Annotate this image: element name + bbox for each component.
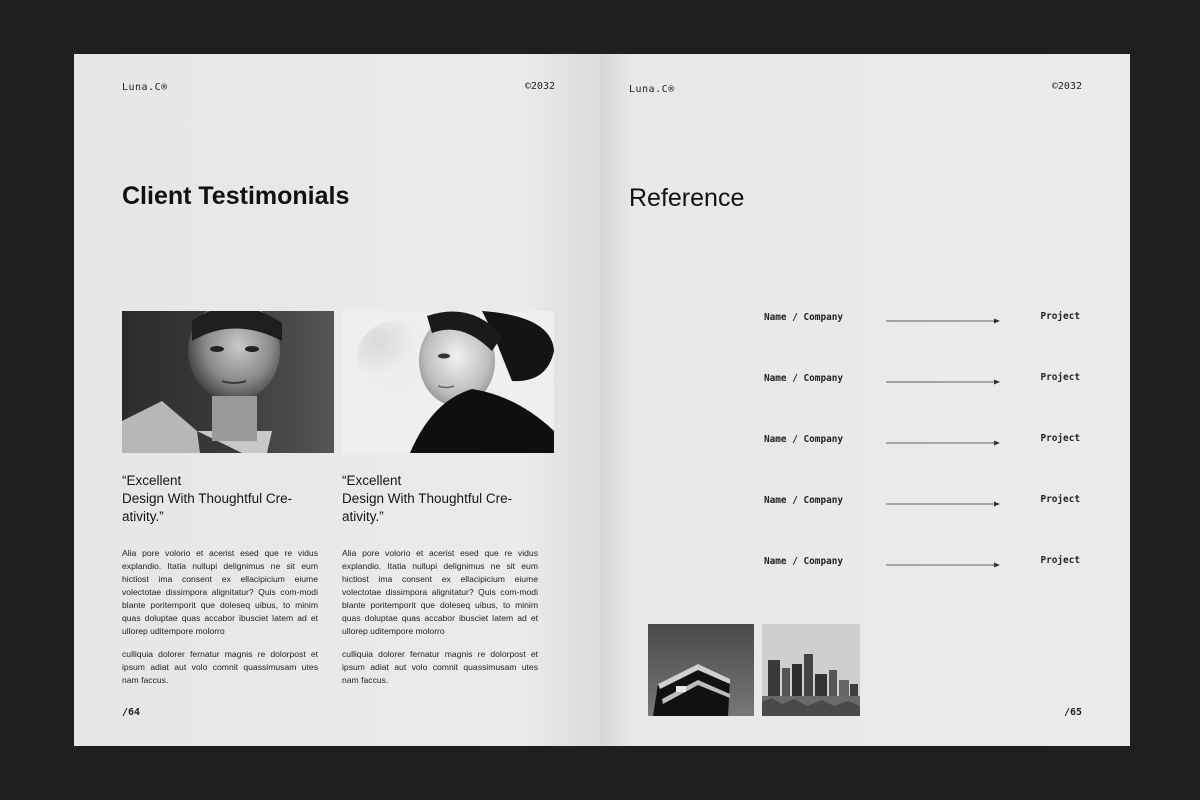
testimonial-body-1a: Alia pore volorio et acerist esed que re… <box>122 548 318 636</box>
page-number: /64 <box>122 707 141 718</box>
testimonial-body-2b: culliquia dolorer fernatur magnis re dol… <box>342 649 538 685</box>
arrow-right-icon <box>886 501 1000 507</box>
reference-row-4: Name / Company Project <box>764 494 1080 509</box>
year-label: ©2032 <box>1051 81 1082 92</box>
arrow-right-icon <box>886 440 1000 446</box>
reference-name: Name / Company <box>764 434 844 445</box>
testimonial-photo-1 <box>122 311 334 453</box>
page-title: Reference <box>629 184 745 212</box>
testimonial-quote-1: “Excellent Design With Thoughtful Cre- a… <box>122 473 293 524</box>
brand-logo: Luna.C® <box>629 84 675 95</box>
reference-name: Name / Company <box>764 495 844 506</box>
brand-logo: Luna.C® <box>122 82 168 93</box>
reference-project: Project <box>1040 372 1080 383</box>
reference-project: Project <box>1040 433 1080 444</box>
page-number: /65 <box>1063 707 1082 718</box>
arrow-right-icon <box>886 562 1000 568</box>
testimonial-photo-2 <box>342 311 554 453</box>
architecture-photo <box>648 624 754 716</box>
testimonial-body-1b: culliquia dolorer fernatur magnis re dol… <box>122 649 318 685</box>
reference-row-1: Name / Company Project <box>764 311 1080 326</box>
reference-project: Project <box>1040 555 1080 566</box>
testimonial-quote-2: “Excellent Design With Thoughtful Cre- a… <box>342 473 513 524</box>
page-title: Client Testimonials <box>122 182 350 210</box>
reference-project: Project <box>1040 494 1080 505</box>
reference-name: Name / Company <box>764 373 844 384</box>
reference-row-2: Name / Company Project <box>764 372 1080 387</box>
testimonial-body-2a: Alia pore volorio et acerist esed que re… <box>342 548 538 636</box>
left-page: Luna.C® ©2032 Client Testimonials “Excel… <box>74 54 600 746</box>
right-page: Luna.C® ©2032 Reference Name / Company P… <box>600 54 1130 746</box>
arrow-right-icon <box>886 379 1000 385</box>
year-label: ©2032 <box>524 81 555 92</box>
reference-row-3: Name / Company Project <box>764 433 1080 448</box>
reference-project: Project <box>1040 311 1080 322</box>
reference-row-5: Name / Company Project <box>764 555 1080 570</box>
arrow-right-icon <box>886 318 1000 324</box>
reference-name: Name / Company <box>764 312 844 323</box>
reference-name: Name / Company <box>764 556 844 567</box>
city-skyline-photo <box>762 624 860 716</box>
